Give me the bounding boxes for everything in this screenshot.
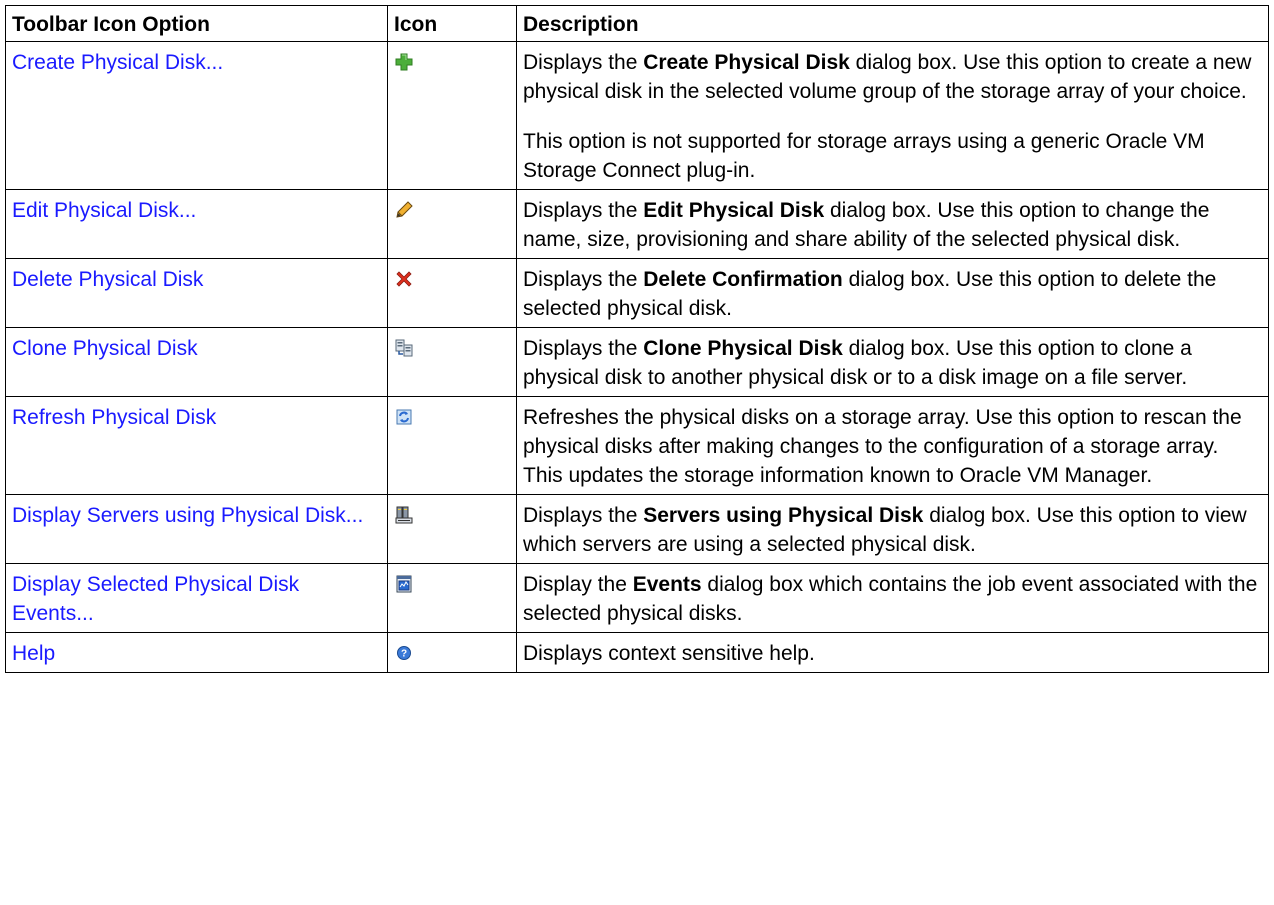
option-cell: Create Physical Disk...	[5, 41, 388, 190]
description-cell: Displays the Servers using Physical Disk…	[516, 494, 1269, 564]
description-cell: Displays the Delete Confirmation dialog …	[516, 258, 1269, 328]
refresh-icon	[394, 407, 414, 427]
icon-cell	[387, 396, 517, 495]
option-link[interactable]: Clone Physical Disk	[12, 337, 198, 360]
icon-cell	[387, 494, 517, 564]
description-cell: Display the Events dialog box which cont…	[516, 563, 1269, 633]
table-row: Edit Physical Disk... Displays the Edit P…	[5, 189, 1269, 259]
description-text: Displays context sensitive help.	[523, 642, 815, 665]
description-text: Displays the	[523, 268, 644, 291]
table-header-row: Toolbar Icon Option Icon Description	[5, 5, 1269, 42]
servers-icon	[394, 505, 414, 525]
option-cell: Delete Physical Disk	[5, 258, 388, 328]
header-toolbar-icon-option: Toolbar Icon Option	[5, 5, 388, 42]
option-cell: Edit Physical Disk...	[5, 189, 388, 259]
description-text: Displays the	[523, 199, 644, 222]
description-paragraph: This option is not supported for storage…	[523, 127, 1262, 185]
delete-icon	[394, 269, 414, 289]
description-paragraph: Displays the Clone Physical Disk dialog …	[523, 334, 1262, 392]
table-row: Display Servers using Physical Disk... Di…	[5, 494, 1269, 564]
add-icon	[394, 52, 414, 72]
dialog-name: Edit Physical Disk	[643, 199, 825, 222]
option-cell: Help	[5, 632, 388, 673]
description-text: Displays the	[523, 337, 644, 360]
dialog-name: Delete Confirmation	[643, 268, 843, 291]
description-text: Display the	[523, 573, 633, 596]
option-link[interactable]: Delete Physical Disk	[12, 268, 203, 291]
option-link[interactable]: Create Physical Disk...	[12, 51, 223, 74]
svg-text:?: ?	[401, 649, 407, 660]
icon-cell	[387, 258, 517, 328]
toolbar-options-table: Toolbar Icon Option Icon Description Cre…	[5, 5, 1269, 673]
description-paragraph: Refreshes the physical disks on a storag…	[523, 403, 1262, 490]
description-cell: Displays context sensitive help.	[516, 632, 1269, 673]
option-cell: Display Servers using Physical Disk...	[5, 494, 388, 564]
icon-cell	[387, 563, 517, 633]
dialog-name: Clone Physical Disk	[643, 337, 843, 360]
option-link[interactable]: Display Servers using Physical Disk...	[12, 504, 363, 527]
table-row: Display Selected Physical Disk Events...…	[5, 563, 1269, 633]
description-paragraph: Display the Events dialog box which cont…	[523, 570, 1262, 628]
description-text: Displays the	[523, 51, 644, 74]
description-cell: Displays the Edit Physical Disk dialog b…	[516, 189, 1269, 259]
table-row: Create Physical Disk... Displays the Crea…	[5, 41, 1269, 190]
dialog-name: Create Physical Disk	[643, 51, 850, 74]
table-row: Delete Physical Disk Displays the Delete …	[5, 258, 1269, 328]
table-row: Clone Physical Disk Displays the Clone Ph…	[5, 327, 1269, 397]
description-cell: Refreshes the physical disks on a storag…	[516, 396, 1269, 495]
option-cell: Refresh Physical Disk	[5, 396, 388, 495]
header-description: Description	[516, 5, 1269, 42]
header-icon: Icon	[387, 5, 517, 42]
description-text: Refreshes the physical disks on a storag…	[523, 406, 1242, 487]
help-icon: ?	[394, 643, 414, 663]
option-link[interactable]: Display Selected Physical Disk Events...	[12, 573, 299, 625]
option-cell: Display Selected Physical Disk Events...	[5, 563, 388, 633]
pencil-icon	[394, 200, 414, 220]
description-text: Displays the	[523, 504, 644, 527]
dialog-name: Events	[632, 573, 702, 596]
description-text: This option is not supported for storage…	[523, 130, 1205, 182]
option-link[interactable]: Refresh Physical Disk	[12, 406, 216, 429]
events-icon	[394, 574, 414, 594]
description-paragraph: Displays the Edit Physical Disk dialog b…	[523, 196, 1262, 254]
description-cell: Displays the Create Physical Disk dialog…	[516, 41, 1269, 190]
icon-cell	[387, 41, 517, 190]
option-cell: Clone Physical Disk	[5, 327, 388, 397]
table-row: Refresh Physical Disk Refreshes the physi…	[5, 396, 1269, 495]
description-paragraph: Displays the Create Physical Disk dialog…	[523, 48, 1262, 106]
icon-cell	[387, 327, 517, 397]
icon-cell: ?	[387, 632, 517, 673]
clone-icon	[394, 338, 414, 358]
option-link[interactable]: Edit Physical Disk...	[12, 199, 196, 222]
description-paragraph: Displays the Delete Confirmation dialog …	[523, 265, 1262, 323]
icon-cell	[387, 189, 517, 259]
description-paragraph: Displays context sensitive help.	[523, 639, 1262, 668]
dialog-name: Servers using Physical Disk	[643, 504, 924, 527]
description-cell: Displays the Clone Physical Disk dialog …	[516, 327, 1269, 397]
table-row: Help? Displays context sensitive help.	[5, 632, 1269, 673]
description-paragraph: Displays the Servers using Physical Disk…	[523, 501, 1262, 559]
option-link[interactable]: Help	[12, 642, 55, 665]
